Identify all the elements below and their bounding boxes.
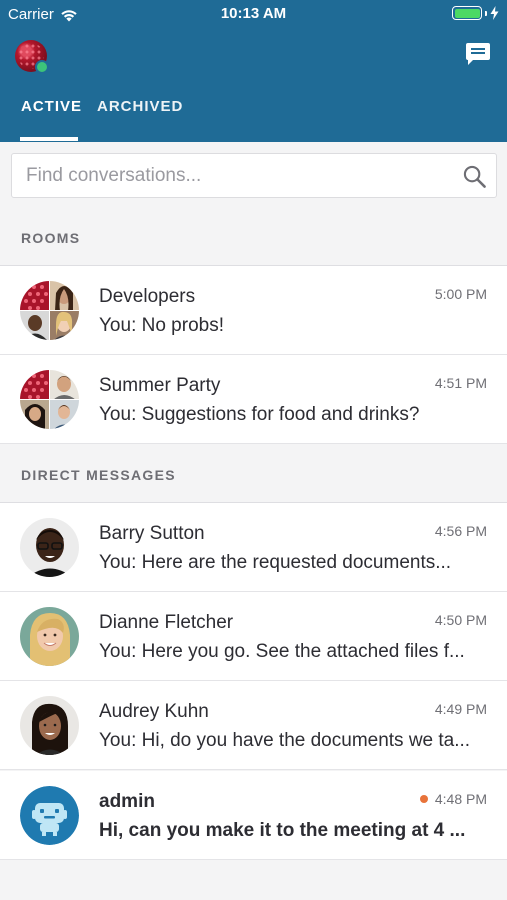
last-message: You: Here you go. See the attached files… <box>99 641 465 662</box>
status-bar: Carrier 10:13 AM <box>0 0 507 28</box>
room-row-developers[interactable]: Developers 5:00 PM You: No probs! <box>0 266 507 355</box>
room-name: Developers <box>99 286 196 307</box>
room-time: 5:00 PM <box>434 286 487 302</box>
contact-name: Audrey Kuhn <box>99 701 209 722</box>
admin-bot-avatar <box>20 786 79 845</box>
search-icon[interactable] <box>463 165 486 188</box>
contact-name: Barry Sutton <box>99 523 205 544</box>
direct-messages-section-header: DIRECT MESSAGES <box>0 445 507 503</box>
contact-avatar <box>20 696 79 755</box>
room-avatar <box>20 370 79 429</box>
room-name: Summer Party <box>99 375 221 396</box>
rooms-section-header: ROOMS <box>0 208 507 266</box>
last-message: You: Hi, do you have the documents we ta… <box>99 730 471 751</box>
search-box <box>11 153 497 198</box>
last-message: Hi, can you make it to the meeting at 4 … <box>99 820 466 841</box>
charging-icon <box>490 6 499 20</box>
message-time: 4:50 PM <box>434 612 487 628</box>
room-avatar <box>20 281 79 340</box>
contact-name: admin <box>99 791 155 812</box>
search-input[interactable] <box>26 154 446 197</box>
message-time: 4:48 PM <box>434 791 487 807</box>
message-time: 4:56 PM <box>434 523 487 539</box>
dm-row-audrey-kuhn[interactable]: Audrey Kuhn 4:49 PM You: Hi, do you have… <box>0 681 507 770</box>
section-title-rooms: ROOMS <box>21 230 81 246</box>
message-time-wrapper: 4:48 PM <box>419 791 487 807</box>
room-last-message: You: No probs! <box>99 315 224 336</box>
list-background <box>0 861 507 900</box>
room-row-summer-party[interactable]: Summer Party 4:51 PM You: Suggestions fo… <box>0 355 507 444</box>
message-time: 4:49 PM <box>434 701 487 717</box>
online-status-indicator <box>35 60 49 74</box>
active-tab-indicator <box>20 137 78 141</box>
dm-row-dianne-fletcher[interactable]: Dianne Fletcher 4:50 PM You: Here you go… <box>0 592 507 681</box>
last-message: You: Here are the requested documents... <box>99 552 452 573</box>
app-header: Carrier 10:13 AM ACTIVE ARCHIVED <box>0 0 507 142</box>
battery-indicator <box>452 6 499 20</box>
tab-archived[interactable]: ARCHIVED <box>97 98 183 115</box>
new-message-icon[interactable] <box>465 42 491 66</box>
contact-avatar <box>20 518 79 577</box>
search-area <box>0 142 507 208</box>
contact-name: Dianne Fletcher <box>99 612 234 633</box>
dm-row-barry-sutton[interactable]: Barry Sutton 4:56 PM You: Here are the r… <box>0 503 507 592</box>
dm-row-admin[interactable]: admin 4:48 PM Hi, can you make it to the… <box>0 771 507 860</box>
tab-active[interactable]: ACTIVE <box>21 98 82 115</box>
battery-icon <box>452 6 482 20</box>
room-last-message: You: Suggestions for food and drinks? <box>99 404 420 425</box>
section-title-direct-messages: DIRECT MESSAGES <box>21 467 176 483</box>
room-time: 4:51 PM <box>434 375 487 391</box>
clock: 10:13 AM <box>220 5 287 22</box>
unread-indicator <box>419 795 428 803</box>
contact-avatar <box>20 607 79 666</box>
